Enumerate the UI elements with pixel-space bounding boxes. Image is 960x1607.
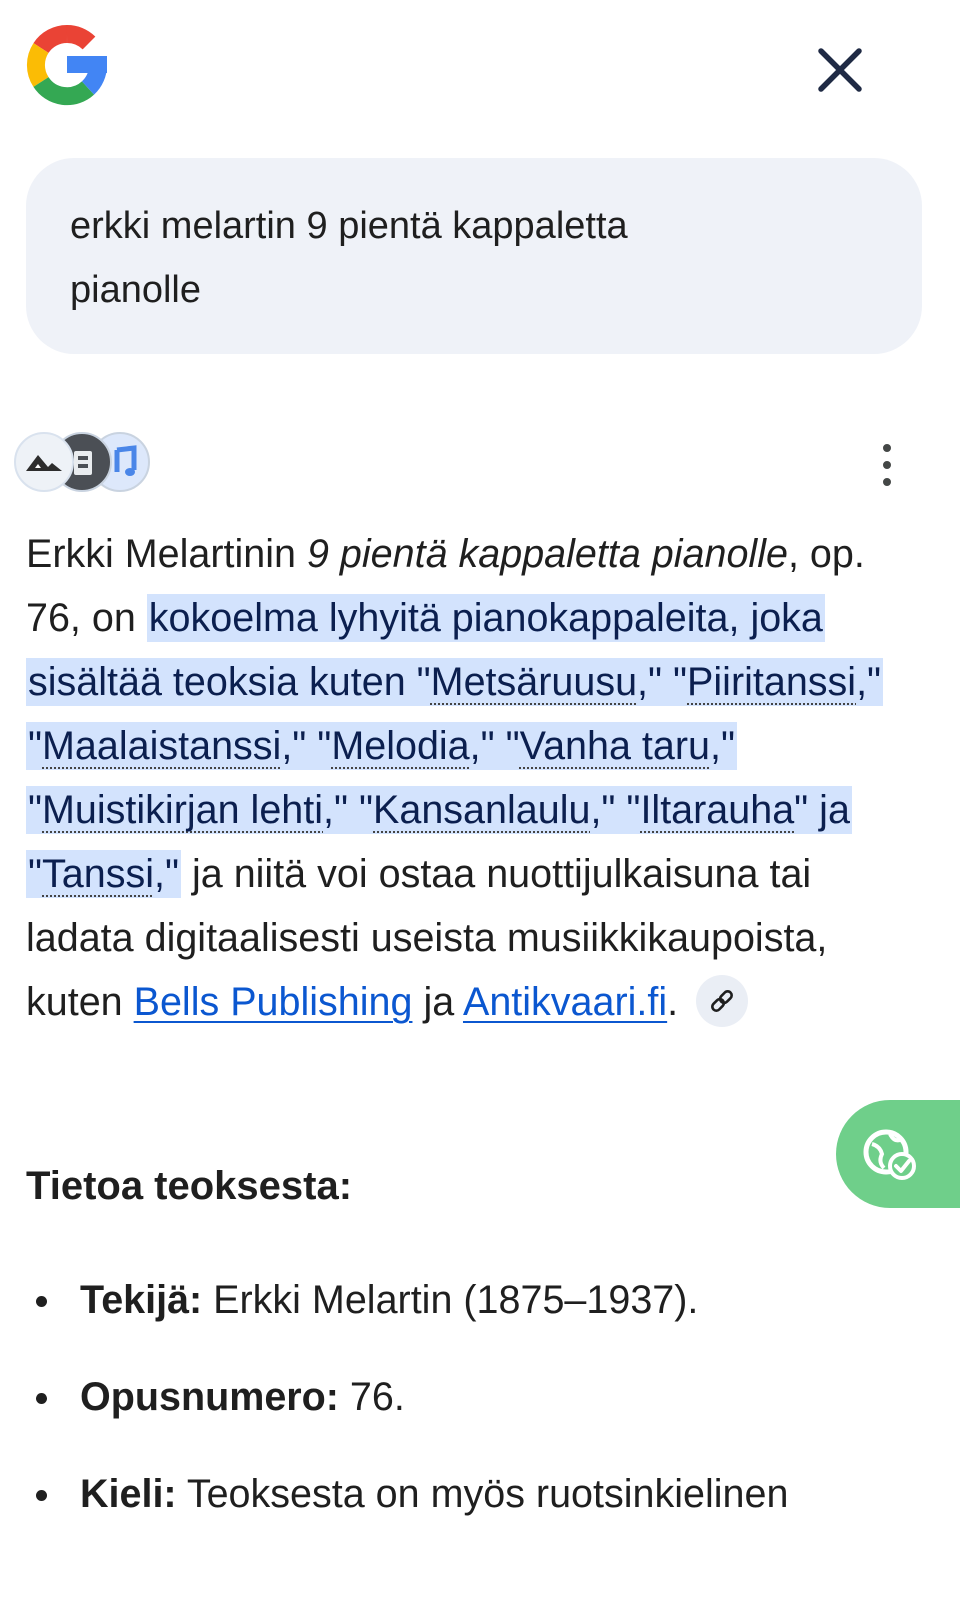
source-favicon-1[interactable] [14,432,74,492]
google-g-icon [26,24,107,106]
close-icon [818,48,862,92]
piece-iltarauha[interactable]: Iltarauha [640,788,794,832]
globe-check-icon [863,1129,916,1180]
bullet-text: Teoksesta on myös ruotsinkielinen [176,1472,789,1516]
answer-text: ja [412,980,463,1024]
piece-melodia[interactable]: Melodia [331,724,469,768]
piece-tanssi[interactable]: Tanssi [42,852,154,896]
work-title: 9 pientä kappaletta pianolle [306,532,788,576]
close-button[interactable] [808,38,872,102]
more-options-button[interactable] [876,440,898,490]
section-title: Tietoa teoksesta: [26,1164,353,1208]
query-line-2: pianolle [70,269,201,311]
more-vert-icon-dot [883,461,891,469]
bells-publishing-link[interactable]: Bells Publishing [134,980,413,1024]
answer-text: . [667,980,679,1024]
piece-metsaruusu[interactable]: Metsäruusu [431,660,637,704]
bullet-label: Opusnumero: [80,1375,339,1419]
source-link-chip[interactable] [696,974,749,1027]
highlight-text: ," " [590,788,641,832]
piece-maalaistanssi[interactable]: Maalaistanssi [42,724,281,768]
query-bubble: erkki melartin 9 pientä kappaletta piano… [26,158,922,354]
highlight-text: ," " [469,724,520,768]
more-vert-icon-dot [883,478,891,486]
more-vert-icon-dot [883,444,891,452]
ai-answer-paragraph: Erkki Melartinin 9 pientä kappaletta pia… [26,522,926,1034]
google-logo [24,22,110,108]
antikvaari-link[interactable]: Antikvaari.fi [463,980,667,1024]
bullet-text: Erkki Melartin (1875–1937). [202,1278,699,1322]
piece-muistikirjan-lehti[interactable]: Muistikirjan lehti [42,788,323,832]
translate-check-button[interactable] [836,1100,960,1208]
list-item: Kieli: Teoksesta on myös ruotsinkielinen [26,1466,926,1522]
mountain-logo-icon [26,455,62,471]
list-item: Opusnumero: 76. [26,1369,926,1425]
piece-piiritanssi[interactable]: Piiritanssi [687,660,856,704]
piece-vanha-taru[interactable]: Vanha taru [520,724,710,768]
list-item: Tekijä: Erkki Melartin (1875–1937). [26,1272,926,1328]
link-icon [711,989,734,1012]
bullet-label: Tekijä: [80,1278,203,1322]
query-line-1: erkki melartin 9 pientä kappaletta [70,205,628,247]
answer-text: Erkki Melartinin [26,532,307,576]
highlight-text: ," " [281,724,332,768]
highlight-text: ," [154,852,179,896]
bullet-text: 76. [338,1375,405,1419]
highlight-text: ," " [323,788,374,832]
info-list: Tekijä: Erkki Melartin (1875–1937). Opus… [26,1272,926,1563]
bullet-label: Kieli: [80,1472,177,1516]
highlight-text: ," " [637,660,688,704]
source-favicons[interactable] [14,432,154,494]
piece-kansanlaulu[interactable]: Kansanlaulu [373,788,590,832]
